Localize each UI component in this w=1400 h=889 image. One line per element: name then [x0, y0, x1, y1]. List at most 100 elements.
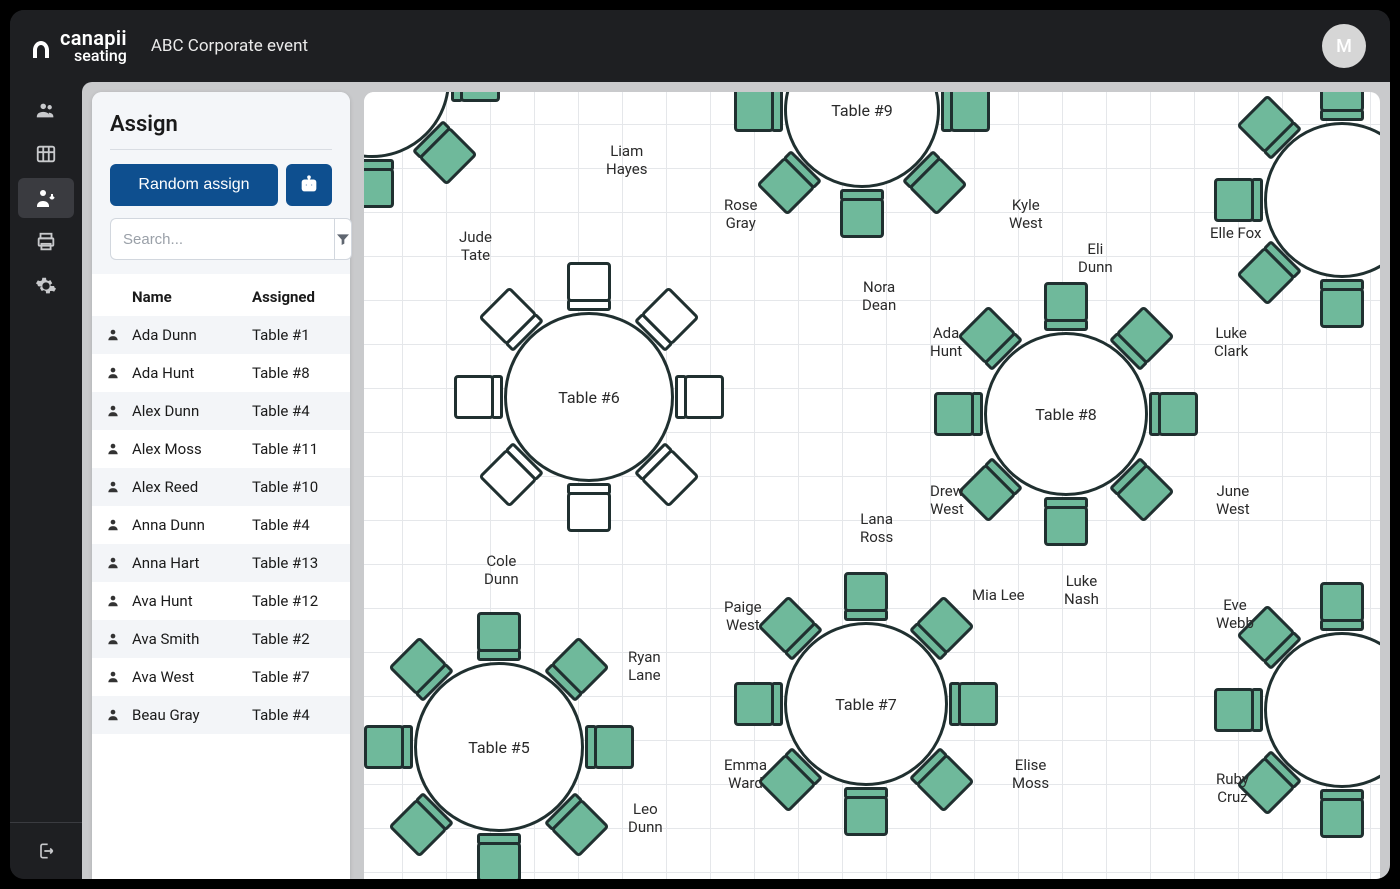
seat-label: Luke Clark — [1214, 324, 1248, 360]
person-icon — [106, 328, 132, 342]
guest-row[interactable]: Anna HartTable #13 — [92, 544, 350, 582]
seat[interactable] — [734, 682, 774, 726]
guest-row[interactable]: Ada DunnTable #1 — [92, 316, 350, 354]
seat[interactable] — [454, 375, 494, 419]
seat[interactable] — [950, 92, 990, 132]
seat[interactable] — [844, 796, 888, 836]
seat[interactable] — [734, 92, 774, 132]
guest-name: Anna Hart — [132, 554, 252, 572]
seat-label: Ryan Lane — [628, 648, 661, 684]
seat[interactable] — [551, 799, 610, 858]
brand-sub: seating — [60, 48, 127, 63]
seat[interactable] — [1158, 392, 1198, 436]
event-title: ABC Corporate event — [151, 36, 308, 56]
seat[interactable] — [567, 492, 611, 532]
guest-row[interactable]: Beau GrayTable #4 — [92, 696, 350, 734]
guest-name: Ada Dunn — [132, 326, 252, 344]
table-circle[interactable]: Table #6 — [504, 312, 674, 482]
seat[interactable] — [684, 375, 724, 419]
seat[interactable] — [1115, 463, 1174, 522]
guest-assigned: Table #11 — [252, 440, 336, 458]
person-icon — [106, 594, 132, 608]
filter-button[interactable] — [334, 218, 352, 260]
guest-name: Ava West — [132, 668, 252, 686]
person-icon — [106, 366, 132, 380]
random-assign-button[interactable]: Random assign — [110, 164, 278, 206]
seat-label: Drew West — [930, 482, 964, 518]
seat[interactable] — [1044, 506, 1088, 546]
guest-row[interactable]: Anna DunnTable #4 — [92, 506, 350, 544]
avatar[interactable]: M — [1322, 24, 1366, 68]
nav-guests[interactable] — [18, 90, 74, 130]
seat[interactable] — [419, 127, 478, 186]
seat-label: Emma Ward — [724, 756, 767, 792]
seat[interactable] — [364, 725, 404, 769]
seat[interactable] — [1320, 288, 1364, 328]
seat[interactable] — [1320, 582, 1364, 622]
seat-label: Cole Dunn — [484, 552, 519, 588]
seat[interactable] — [641, 449, 700, 508]
seat-label: Elle Fox — [1210, 224, 1261, 242]
seat[interactable] — [364, 168, 394, 208]
guest-row[interactable]: Ava WestTable #7 — [92, 658, 350, 696]
seat[interactable] — [1320, 92, 1364, 112]
guest-assigned: Table #2 — [252, 630, 336, 648]
guest-name: Ada Hunt — [132, 364, 252, 382]
seat[interactable] — [1320, 798, 1364, 838]
guest-name: Beau Gray — [132, 706, 252, 724]
guest-assigned: Table #4 — [252, 402, 336, 420]
nav-tables[interactable] — [18, 134, 74, 174]
table-circle[interactable]: Table #5 — [414, 662, 584, 832]
person-icon — [106, 556, 132, 570]
table-circle[interactable]: Table #7 — [784, 622, 948, 786]
seat-label: Luke Nash — [1064, 572, 1099, 608]
seat[interactable] — [594, 725, 634, 769]
seat[interactable] — [1044, 282, 1088, 322]
col-assigned: Assigned — [252, 288, 336, 306]
guest-name: Ava Hunt — [132, 592, 252, 610]
seat[interactable] — [840, 198, 884, 238]
nav-settings[interactable] — [18, 266, 74, 306]
person-icon — [106, 518, 132, 532]
nav-logout[interactable] — [18, 837, 74, 865]
seat-label: Liam Hayes — [606, 142, 647, 178]
guest-name: Anna Dunn — [132, 516, 252, 534]
seat[interactable] — [460, 92, 500, 102]
seat[interactable] — [844, 572, 888, 612]
seat[interactable] — [934, 392, 974, 436]
seat[interactable] — [1214, 178, 1254, 222]
search-input[interactable] — [110, 218, 334, 260]
seat-label: Ruby Cruz — [1216, 770, 1249, 806]
nav-assign[interactable] — [18, 178, 74, 218]
seat[interactable] — [958, 682, 998, 726]
guest-row[interactable]: Alex MossTable #11 — [92, 430, 350, 468]
seat-label: Mia Lee — [972, 586, 1025, 604]
seat[interactable] — [567, 262, 611, 302]
guest-assigned: Table #7 — [252, 668, 336, 686]
nav-print[interactable] — [18, 222, 74, 262]
table-circle[interactable]: Table #8 — [984, 332, 1148, 496]
seat[interactable] — [1214, 688, 1254, 732]
guest-row[interactable]: Ada HuntTable #8 — [92, 354, 350, 392]
guest-row[interactable]: Alex ReedTable #10 — [92, 468, 350, 506]
seat[interactable] — [909, 157, 968, 216]
guest-assigned: Table #1 — [252, 326, 336, 344]
seat[interactable] — [477, 612, 521, 652]
ai-assign-button[interactable] — [286, 164, 332, 206]
person-icon — [106, 442, 132, 456]
seat[interactable] — [915, 753, 974, 812]
person-icon — [106, 632, 132, 646]
guest-name: Alex Reed — [132, 478, 252, 496]
guest-row[interactable]: Alex DunnTable #4 — [92, 392, 350, 430]
guest-row[interactable]: Ava SmithTable #2 — [92, 620, 350, 658]
guest-list[interactable]: Ada DunnTable #1Ada HuntTable #8Alex Dun… — [92, 316, 350, 879]
guest-assigned: Table #4 — [252, 706, 336, 724]
seat-label: Nora Dean — [862, 278, 896, 314]
guest-row[interactable]: Ava HuntTable #12 — [92, 582, 350, 620]
seat-label: Jude Tate — [459, 228, 492, 264]
seat[interactable] — [477, 842, 521, 879]
table-header: Name Assigned — [92, 274, 350, 316]
guest-assigned: Table #12 — [252, 592, 336, 610]
panel-title: Assign — [110, 112, 332, 150]
floorplan-canvas[interactable]: Table #6Table #5Table #9Table #8Table #7… — [364, 92, 1380, 879]
